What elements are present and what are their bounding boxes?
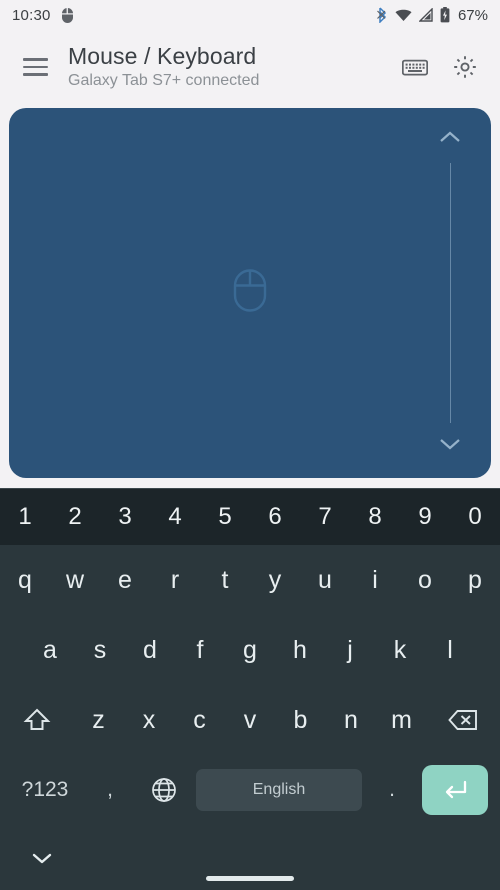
keyboard-top-row: q w e r t y u i o p — [0, 545, 500, 615]
keyboard-toggle-button[interactable] — [394, 46, 436, 88]
wifi-icon — [395, 8, 412, 22]
chevron-down-icon[interactable] — [439, 437, 461, 456]
key-w[interactable]: w — [50, 545, 100, 615]
key-d[interactable]: d — [125, 615, 175, 685]
scroll-track[interactable] — [449, 163, 451, 423]
key-n[interactable]: n — [326, 685, 377, 755]
page-title: Mouse / Keyboard — [68, 42, 257, 69]
chevron-up-icon[interactable] — [439, 130, 461, 149]
touchpad-surface[interactable] — [9, 108, 491, 478]
comma-key[interactable]: , — [84, 755, 136, 825]
app-bar-titles: Mouse / Keyboard Galaxy Tab S7+ connecte… — [68, 43, 259, 92]
keyboard-function-row: ?123 , English . — [0, 755, 500, 825]
keyboard-icon — [402, 58, 428, 77]
status-bar: 10:30 67% — [0, 0, 500, 30]
gear-icon — [452, 54, 478, 80]
key-r[interactable]: r — [150, 545, 200, 615]
key-z[interactable]: z — [73, 685, 124, 755]
key-2[interactable]: 2 — [50, 489, 100, 545]
key-k[interactable]: k — [375, 615, 425, 685]
app-bar-actions — [394, 46, 500, 88]
key-f[interactable]: f — [175, 615, 225, 685]
key-9[interactable]: 9 — [400, 489, 450, 545]
bluetooth-icon — [377, 7, 388, 23]
key-u[interactable]: u — [300, 545, 350, 615]
battery-charging-icon — [440, 7, 450, 23]
home-pill[interactable] — [206, 876, 294, 881]
key-4[interactable]: 4 — [150, 489, 200, 545]
keyboard-bottom-letter-row: z x c v b n m — [0, 685, 500, 755]
hide-keyboard-button[interactable] — [20, 843, 64, 873]
key-a[interactable]: a — [25, 615, 75, 685]
key-v[interactable]: v — [225, 685, 276, 755]
symbols-key[interactable]: ?123 — [6, 755, 84, 825]
key-c[interactable]: c — [174, 685, 225, 755]
key-0[interactable]: 0 — [450, 489, 500, 545]
key-b[interactable]: b — [275, 685, 326, 755]
key-8[interactable]: 8 — [350, 489, 400, 545]
connection-status-subtitle: Galaxy Tab S7+ connected — [68, 71, 260, 89]
key-g[interactable]: g — [225, 615, 275, 685]
status-bar-clock: 10:30 — [12, 6, 51, 24]
key-7[interactable]: 7 — [300, 489, 350, 545]
key-y[interactable]: y — [250, 545, 300, 615]
hamburger-menu-icon[interactable] — [10, 42, 60, 92]
keyboard-number-row: 1 2 3 4 5 6 7 8 9 0 — [0, 489, 500, 545]
phone-screen: 10:30 67% Mouse / Keyboard Galaxy Tab S7… — [0, 0, 500, 890]
keyboard-home-row: a s d f g h j k l — [0, 615, 500, 685]
key-s[interactable]: s — [75, 615, 125, 685]
chevron-down-icon — [31, 851, 53, 865]
shift-key[interactable] — [0, 685, 73, 755]
status-bar-system-icons: 67% — [377, 7, 488, 24]
mouse-icon — [61, 7, 74, 24]
key-e[interactable]: e — [100, 545, 150, 615]
status-bar-notification-icons — [61, 7, 74, 24]
navigation-bar — [0, 825, 500, 890]
key-5[interactable]: 5 — [200, 489, 250, 545]
spacebar[interactable]: English — [196, 769, 362, 811]
key-i[interactable]: i — [350, 545, 400, 615]
backspace-icon — [447, 708, 479, 732]
app-bar: Mouse / Keyboard Galaxy Tab S7+ connecte… — [0, 30, 500, 104]
shift-icon — [23, 707, 51, 733]
key-t[interactable]: t — [200, 545, 250, 615]
cellular-signal-icon — [418, 8, 433, 22]
key-q[interactable]: q — [0, 545, 50, 615]
mouse-icon — [233, 269, 267, 318]
key-l[interactable]: l — [425, 615, 475, 685]
key-6[interactable]: 6 — [250, 489, 300, 545]
enter-icon — [441, 779, 469, 801]
key-o[interactable]: o — [400, 545, 450, 615]
key-h[interactable]: h — [275, 615, 325, 685]
globe-icon — [150, 776, 178, 804]
battery-percentage: 67% — [457, 6, 488, 24]
key-3[interactable]: 3 — [100, 489, 150, 545]
key-p[interactable]: p — [450, 545, 500, 615]
key-m[interactable]: m — [376, 685, 427, 755]
key-1[interactable]: 1 — [0, 489, 50, 545]
key-j[interactable]: j — [325, 615, 375, 685]
language-switch-key[interactable] — [136, 755, 192, 825]
on-screen-keyboard[interactable]: 1 2 3 4 5 6 7 8 9 0 q w e r t y u i o p … — [0, 488, 500, 825]
settings-button[interactable] — [444, 46, 486, 88]
period-key[interactable]: . — [366, 755, 418, 825]
key-x[interactable]: x — [124, 685, 175, 755]
backspace-key[interactable] — [427, 685, 500, 755]
enter-key[interactable] — [422, 765, 488, 815]
touchpad-scroll-strip[interactable] — [437, 130, 463, 456]
